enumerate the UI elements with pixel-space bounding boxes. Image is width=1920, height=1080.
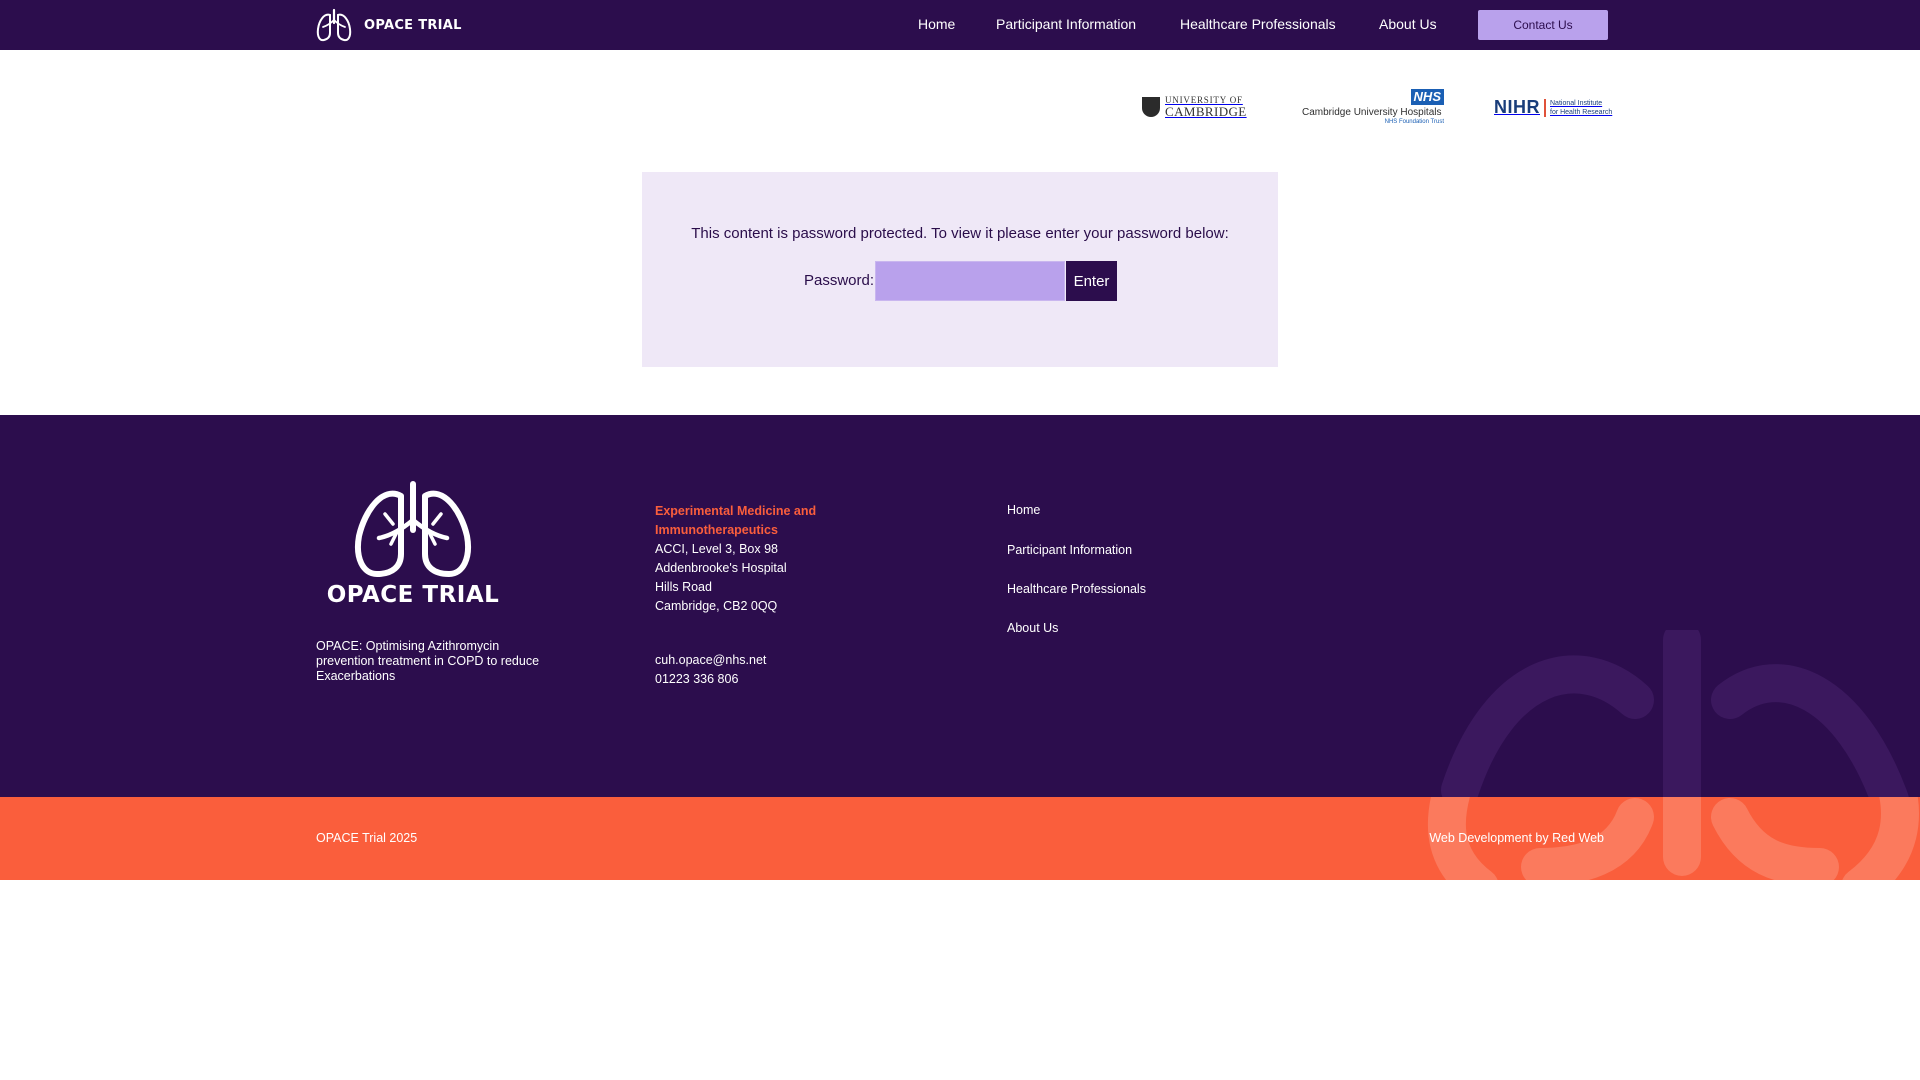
footer-contact: cuh.opace@nhs.net 01223 336 806 (655, 651, 766, 689)
password-form: Password: Enter (642, 261, 1278, 301)
bottom-bar: OPACE Trial 2025 Web Development by Red … (0, 797, 1920, 880)
enter-button[interactable]: Enter (1066, 261, 1117, 301)
password-label: Password: (804, 272, 875, 289)
nav-home[interactable]: Home (918, 16, 955, 32)
footer-nav-home[interactable]: Home (1007, 503, 1040, 517)
nihr-line1: National Institute (1550, 99, 1603, 107)
nihr-divider (1544, 98, 1546, 117)
nhs-badge: NHS (1410, 89, 1444, 105)
email-link[interactable]: cuh.opace@nhs.net (655, 651, 766, 670)
nihr-wordmark: NIHR (1494, 97, 1540, 117)
site-footer: OPACE TRIAL OPACE: Optimising Azithromyc… (0, 415, 1920, 797)
footer-nav-healthcare-professionals[interactable]: Healthcare Professionals (1007, 582, 1146, 596)
university-of-cambridge-logo[interactable]: UNIVERSITY OF CAMBRIDGE (1142, 96, 1247, 118)
brand-logo-link[interactable]: OPACE TRIAL (314, 7, 462, 43)
password-message: This content is password protected. To v… (691, 225, 1229, 242)
cuh-name: Cambridge University Hospitals (1302, 107, 1442, 118)
nihr-line2: for Health Research (1550, 108, 1613, 116)
cambridge-logo-line2: CAMBRIDGE (1165, 104, 1247, 119)
nav-healthcare-professionals[interactable]: Healthcare Professionals (1180, 16, 1336, 32)
footer-lungs-icon (355, 481, 471, 577)
password-input[interactable] (875, 261, 1065, 301)
web-development-credit-link[interactable]: Web Development by Red Web (1429, 831, 1604, 845)
lungs-logo-icon (316, 8, 352, 42)
department-name: Experimental Medicine and Immunotherapeu… (655, 504, 817, 537)
address-line: Addenbrooke's Hospital (655, 561, 787, 575)
nav-about-us[interactable]: About Us (1379, 16, 1437, 32)
copyright-text: OPACE Trial 2025 (316, 831, 418, 845)
partner-logos: UNIVERSITY OF CAMBRIDGE NHS Cambridge Un… (0, 85, 1920, 130)
footer-nav-participant-information[interactable]: Participant Information (1007, 543, 1132, 557)
nihr-logo[interactable]: NIHR National Institute for Health Resea… (1494, 97, 1612, 118)
cambridge-crest-icon (1142, 97, 1160, 117)
footer-logo-text: OPACE TRIAL (326, 582, 500, 608)
address-line: Cambridge, CB2 0QQ (655, 599, 778, 613)
footer-logo: OPACE TRIAL (313, 478, 513, 608)
footer-description: OPACE: Optimising Azithromycin preventio… (316, 639, 540, 683)
password-protected-panel: This content is password protected. To v… (642, 172, 1278, 367)
phone-link[interactable]: 01223 336 806 (655, 670, 766, 689)
brand-name: OPACE TRIAL (364, 17, 462, 33)
address-line: ACCI, Level 3, Box 98 (655, 542, 778, 556)
cuh-subtitle: NHS Foundation Trust (1384, 119, 1444, 125)
footer-address: Experimental Medicine and Immunotherapeu… (655, 502, 875, 616)
address-line: Hills Road (655, 580, 712, 594)
contact-us-button[interactable]: Contact Us (1478, 10, 1608, 40)
cambridge-university-hospitals-logo[interactable]: NHS Cambridge University Hospitals NHS F… (1302, 89, 1444, 125)
nav-participant-information[interactable]: Participant Information (996, 16, 1136, 32)
top-navigation-bar: OPACE TRIAL Home Participant Information… (0, 0, 1920, 50)
lungs-watermark-icon (1441, 630, 1909, 797)
footer-nav-about-us[interactable]: About Us (1007, 621, 1058, 635)
